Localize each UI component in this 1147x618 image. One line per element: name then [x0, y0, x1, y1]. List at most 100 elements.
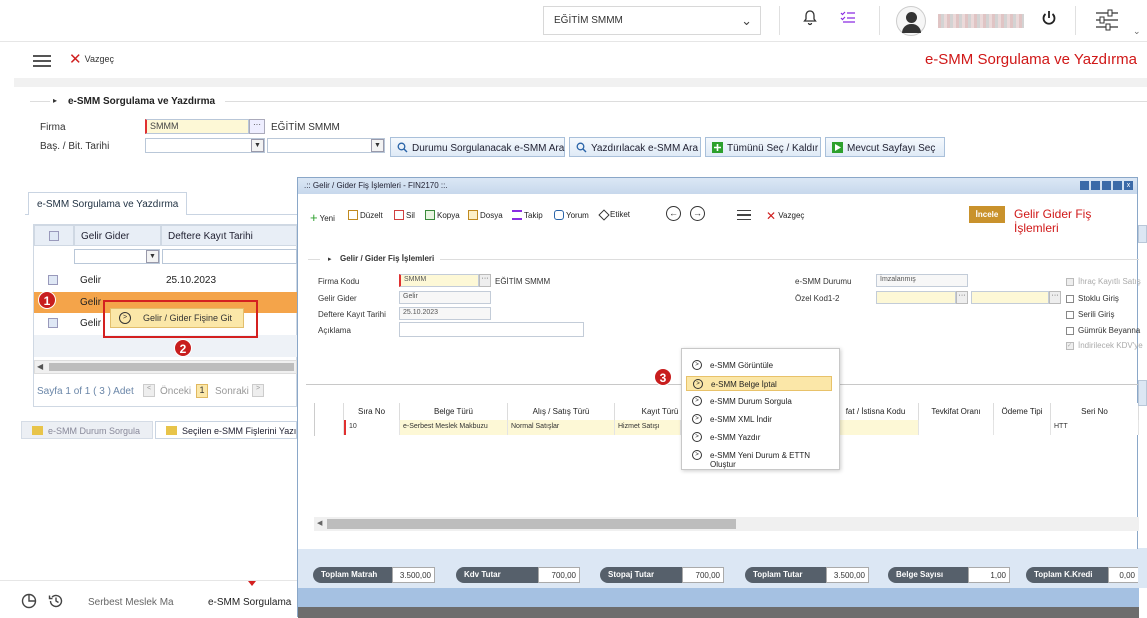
checkbox[interactable] [1066, 295, 1074, 303]
horizontal-scrollbar[interactable]: ◀ [34, 360, 297, 374]
pager-page[interactable]: 1 [196, 384, 208, 398]
select-all-checkbox[interactable] [49, 231, 59, 241]
lookup-button[interactable]: ··· [479, 274, 491, 287]
menu-item-cancel-document[interactable]: > e-SMM Belge İptal [686, 376, 832, 391]
pie-chart-icon[interactable] [21, 593, 37, 612]
ozel-kod-1-input[interactable] [876, 291, 956, 304]
column-tevkifat[interactable]: Tevkifat Oranı [919, 403, 994, 420]
row-checkbox[interactable] [48, 275, 58, 285]
close-icon[interactable]: x [1124, 181, 1133, 190]
task-list-icon[interactable] [837, 10, 859, 32]
modal-cancel-button[interactable]: ✕ Vazgeç [766, 210, 804, 222]
ozel-kod-2-input[interactable] [971, 291, 1049, 304]
menu-item-new-ettn[interactable]: > e-SMM Yeni Durum & ETTN Oluştur [686, 448, 832, 469]
menu-icon[interactable] [33, 55, 51, 67]
checkbox[interactable] [1066, 278, 1074, 286]
arrow-right-icon[interactable]: → [690, 206, 705, 221]
history-icon[interactable] [48, 593, 64, 612]
scrollbar-thumb[interactable] [327, 519, 736, 529]
search-status-button[interactable]: Durumu Sorgulanacak e-SMM Ara [390, 137, 565, 157]
column-istisna-kodu[interactable]: fat / İstisna Kodu [833, 403, 919, 420]
company-select[interactable]: EĞİTİM SMMM ⌄ [543, 6, 761, 35]
next-icon[interactable]: > [252, 384, 264, 397]
prev-icon[interactable]: < [143, 384, 155, 397]
scroll-left-icon[interactable]: ◀ [37, 362, 43, 371]
expand-icon[interactable]: ▸ [53, 96, 57, 105]
horizontal-scrollbar[interactable]: ◀ [314, 517, 1139, 531]
maximize-icon[interactable] [1113, 181, 1122, 190]
start-date-input[interactable] [145, 138, 265, 153]
firma-input[interactable]: SMMM [145, 119, 249, 134]
menu-item-status-query[interactable]: > e-SMM Durum Sorgula [686, 394, 832, 409]
menu-item-download-xml[interactable]: > e-SMM XML İndir [686, 412, 832, 427]
check-stoklu[interactable]: Stoklu Giriş [1066, 294, 1119, 303]
column-belge-turu[interactable]: Belge Türü [400, 403, 508, 420]
column-alis-satis-turu[interactable]: Alış / Satış Türü [508, 403, 615, 420]
durum-select[interactable]: İmzalanmış [876, 274, 968, 287]
lookup-button[interactable]: ··· [956, 291, 968, 304]
collapse-icon[interactable]: ⌄ [1133, 26, 1141, 37]
minimize-icon[interactable] [1080, 181, 1089, 190]
restore-icon[interactable] [1091, 181, 1100, 190]
cell-seri-no[interactable]: HTT [1051, 420, 1139, 435]
check-gumruk[interactable]: Gümrük Beyanna [1066, 326, 1140, 335]
column-odeme-tipi[interactable]: Ödeme Tipi [994, 403, 1051, 420]
filter-date[interactable] [162, 249, 297, 264]
gelir-gider-select[interactable]: Gelir [399, 291, 491, 304]
avatar[interactable] [896, 6, 926, 36]
check-ihrac[interactable]: İhraç Kayıtlı Satış [1066, 277, 1141, 286]
delete-button[interactable]: Sil [394, 210, 415, 220]
bell-icon[interactable] [799, 10, 821, 32]
column-sira-no[interactable]: Sıra No [344, 403, 400, 420]
edit-button[interactable]: Düzelt [348, 210, 383, 220]
aciklama-input[interactable] [399, 322, 584, 337]
pager-next[interactable]: Sonraki [215, 386, 249, 397]
footer-tab-esmm[interactable]: e-SMM Sorgulama [208, 597, 291, 608]
search-print-button[interactable]: Yazdırılacak e-SMM Ara [569, 137, 701, 157]
lookup-button[interactable]: ··· [1049, 291, 1061, 304]
dropdown-arrow-icon[interactable]: ▼ [371, 139, 384, 152]
cancel-button[interactable]: ✕ Vazgeç [69, 52, 114, 67]
help-icon[interactable] [1102, 181, 1111, 190]
menu-item-print[interactable]: > e-SMM Yazdır [686, 430, 832, 445]
power-icon[interactable] [1038, 10, 1060, 32]
menu-item-view[interactable]: > e-SMM Görüntüle [686, 358, 832, 373]
new-button[interactable]: + Yeni [310, 210, 335, 225]
lookup-button[interactable]: ··· [249, 119, 265, 134]
settings-sliders-icon[interactable] [1094, 8, 1118, 31]
checkbox[interactable] [1066, 311, 1074, 319]
scrollbar-thumb[interactable] [49, 363, 294, 371]
expand-icon[interactable]: ▸ [328, 255, 332, 263]
end-date-input[interactable] [267, 138, 385, 153]
column-gelir-gider[interactable]: Gelir Gider [74, 225, 161, 246]
arrow-left-icon[interactable]: ← [666, 206, 681, 221]
tag-button[interactable]: Etiket [598, 209, 630, 221]
checkbox[interactable] [1066, 327, 1074, 335]
column-seri-no[interactable]: Seri No [1051, 403, 1139, 420]
footer-tab-serbest[interactable]: Serbest Meslek Ma [88, 597, 174, 608]
select-page-button[interactable]: Mevcut Sayfayı Seç [825, 137, 945, 157]
firma-kodu-input[interactable]: SMMM [399, 274, 479, 287]
pager-prev[interactable]: Önceki [160, 386, 191, 397]
go-to-voucher-button[interactable]: > Gelir / Gider Fişine Git [110, 308, 244, 328]
dropdown-arrow-icon[interactable]: ▼ [251, 139, 264, 152]
tarih-input[interactable]: 25.10.2023 [399, 307, 491, 320]
menu-icon[interactable] [737, 210, 751, 220]
file-button[interactable]: Dosya [468, 210, 503, 220]
row-checkbox[interactable] [48, 318, 58, 328]
cell-tevkifat[interactable] [919, 420, 994, 435]
track-button[interactable]: Takip [512, 210, 543, 220]
check-indirilecek[interactable]: ✓ İndirilecek KDV'ye [1066, 341, 1143, 350]
cell-sira-no[interactable]: 10 [344, 420, 400, 435]
cell-kayit-turu[interactable]: Hizmet Satışı [615, 420, 681, 435]
scroll-left-icon[interactable]: ◀ [317, 519, 322, 527]
tab-durum-sorgula[interactable]: e-SMM Durum Sorgula [21, 421, 153, 439]
tab-print-selected[interactable]: Seçilen e-SMM Fişlerini Yazı [155, 421, 297, 439]
comment-button[interactable]: Yorum [554, 210, 589, 220]
select-all-column[interactable] [34, 225, 74, 246]
cell-alis-satis-turu[interactable]: Normal Satışlar [508, 420, 615, 435]
copy-button[interactable]: Kopya [425, 210, 460, 220]
checkbox[interactable]: ✓ [1066, 342, 1074, 350]
cell-istisna-kodu[interactable] [833, 420, 919, 435]
select-all-button[interactable]: Tümünü Seç / Kaldır [705, 137, 821, 157]
